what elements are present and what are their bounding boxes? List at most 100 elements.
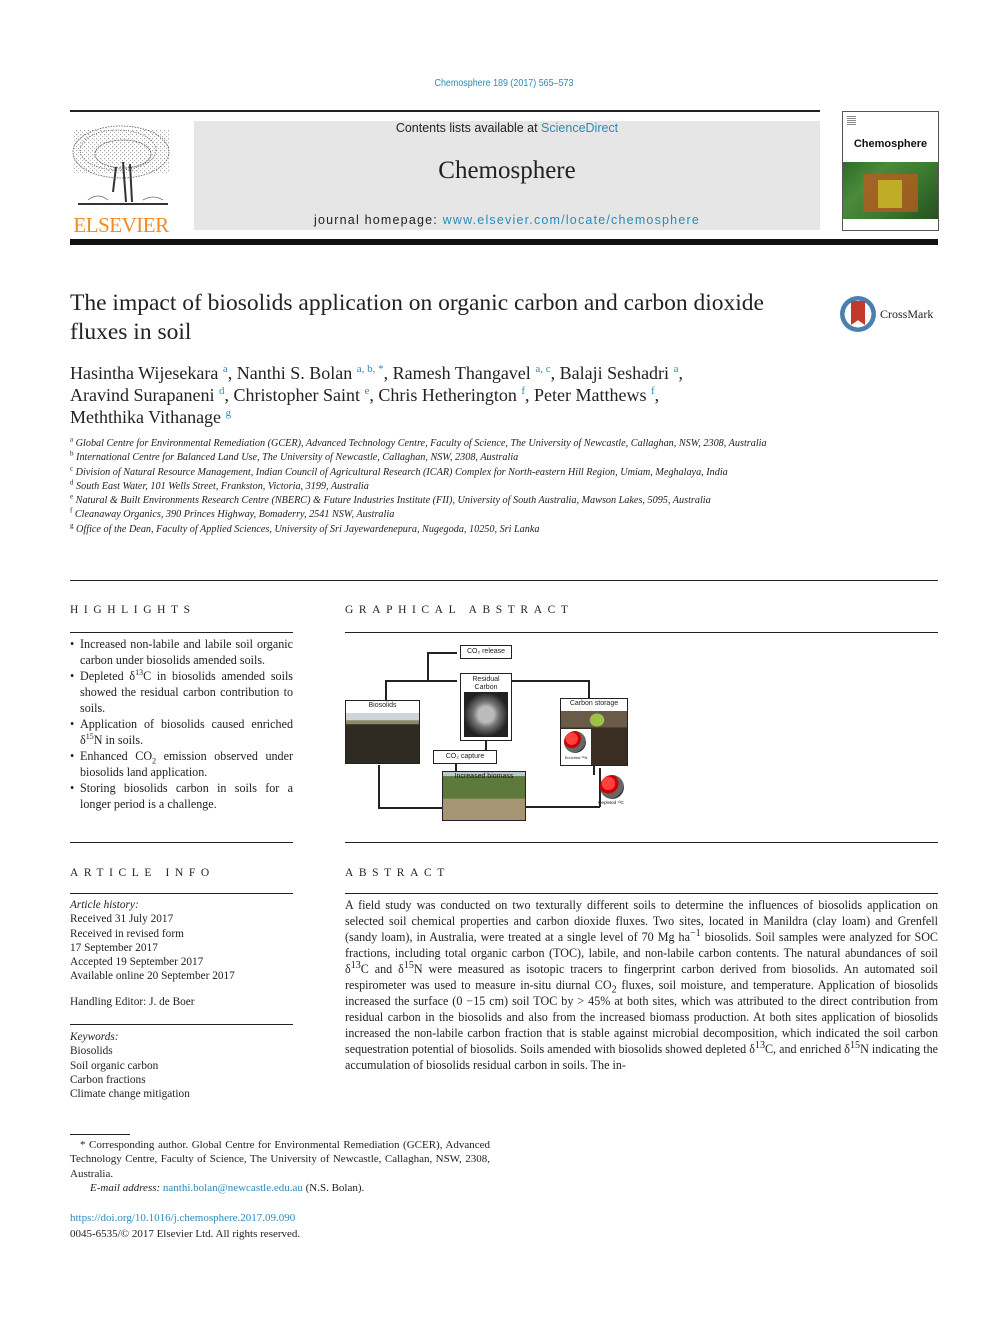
corresponding-author-footnote: * Corresponding author. Global Centre fo… xyxy=(70,1138,490,1195)
author-affiliation-marker[interactable]: g xyxy=(226,407,232,419)
copyright-text: 0045-6535/© 2017 Elsevier Ltd. All right… xyxy=(70,1227,301,1240)
connector-line xyxy=(588,680,590,698)
connector-line xyxy=(385,680,457,682)
author-affiliation-marker[interactable]: a, c xyxy=(535,363,550,375)
abstract-superscript: 13 xyxy=(754,1039,765,1051)
email-label: E-mail address: xyxy=(90,1181,163,1194)
author-name[interactable]: Hasintha Wijesekara xyxy=(70,363,218,383)
affiliation-text: Division of Natural Resource Management,… xyxy=(75,466,728,478)
author-name[interactable]: Christopher Saint xyxy=(233,385,360,405)
journal-homepage-link[interactable]: www.elsevier.com/locate/chemosphere xyxy=(443,213,700,227)
crossmark-button[interactable]: CrossMark xyxy=(840,296,940,336)
sciencedirect-link[interactable]: ScienceDirect xyxy=(541,121,618,135)
highlight-text: Increased non-labile and labile soil org… xyxy=(80,637,293,667)
journal-cover-thumbnail[interactable]: Chemosphere xyxy=(842,111,939,231)
abstract-segment: C and δ xyxy=(360,962,404,976)
author-affiliation-marker[interactable]: a, b, * xyxy=(357,363,384,375)
handling-editor: Handling Editor: J. de Boer xyxy=(70,995,195,1008)
abstract-superscript: 15 xyxy=(849,1039,861,1051)
article-history: Article history: Received 31 July 2017 R… xyxy=(70,898,293,1009)
affiliation-key: c xyxy=(70,464,74,473)
carbon-storage-node: Carbon storage Enriched ¹⁵N xyxy=(560,698,628,766)
header-rule xyxy=(70,110,820,112)
increased-biomass-node: Increased biomass xyxy=(442,771,526,821)
article-info-heading: ARTICLE INFO xyxy=(70,867,215,879)
carbon-storage-label: Carbon storage xyxy=(569,700,619,707)
author-name[interactable]: Nanthi S. Bolan xyxy=(237,363,353,383)
abstract-superscript: 13 xyxy=(350,959,361,971)
abstract-heading: ABSTRACT xyxy=(345,867,450,879)
homepage-prefix: journal homepage: xyxy=(314,213,443,227)
history-item: Accepted 19 September 2017 xyxy=(70,956,204,969)
author-name[interactable]: Meththika Vithanage xyxy=(70,407,221,427)
contents-prefix: Contents lists available at xyxy=(395,121,542,135)
affiliation-text: South East Water, 101 Wells Street, Fran… xyxy=(76,480,369,492)
connector-line xyxy=(378,765,380,808)
highlights-bottom-rule xyxy=(70,842,293,843)
increased-biomass-label: Increased biomass xyxy=(454,773,514,780)
keywords-block: Keywords: Biosolids Soil organic carbon … xyxy=(70,1030,293,1101)
author-name[interactable]: Balaji Seshadri xyxy=(560,363,669,383)
cover-title: Chemosphere xyxy=(853,138,928,150)
author-name[interactable]: Aravind Surapaneni xyxy=(70,385,214,405)
affiliation-item: a Global Centre for Environmental Remedi… xyxy=(70,436,830,451)
biosolids-label: Biosolids xyxy=(368,702,397,709)
author-affiliation-marker[interactable]: f xyxy=(521,385,525,397)
author-affiliation-marker[interactable]: e xyxy=(364,385,369,397)
email-suffix: (N.S. Bolan). xyxy=(302,1181,365,1194)
affiliation-item: d South East Water, 101 Wells Street, Fr… xyxy=(70,479,830,494)
elsevier-wordmark: ELSEVIER xyxy=(73,213,169,237)
highlight-item: Increased non-labile and labile soil org… xyxy=(70,636,293,668)
biosolids-image xyxy=(346,713,419,763)
highlights-rule xyxy=(70,632,293,633)
highlight-text: Storing biosolids carbon in soils for a … xyxy=(80,781,293,811)
highlight-item: Depleted δ13C in biosolids amended soils… xyxy=(70,668,293,716)
highlight-superscript: 15 xyxy=(85,731,94,741)
connector-line xyxy=(593,765,595,775)
article-history-label: Article history: xyxy=(70,899,139,911)
corresponding-author-text: * Corresponding author. Global Centre fo… xyxy=(70,1139,490,1180)
keyword-item[interactable]: Biosolids xyxy=(70,1044,293,1058)
keyword-item[interactable]: Carbon fractions xyxy=(70,1073,293,1087)
affiliation-key: b xyxy=(70,449,74,458)
journal-name: Chemosphere xyxy=(438,157,576,184)
keyword-item[interactable]: Soil organic carbon xyxy=(70,1059,293,1073)
affiliation-list: a Global Centre for Environmental Remedi… xyxy=(70,436,830,537)
author-name[interactable]: Chris Hetherington xyxy=(378,385,516,405)
connector-line xyxy=(505,680,589,682)
co2-release-node: CO₂ release xyxy=(460,645,512,659)
author-name[interactable]: Peter Matthews xyxy=(534,385,646,405)
author-affiliation-marker[interactable]: a xyxy=(674,363,679,375)
affiliation-text: Global Centre for Environmental Remediat… xyxy=(75,438,767,449)
affiliation-key: g xyxy=(70,521,74,530)
connector-line xyxy=(427,652,429,681)
highlights-heading: HIGHLIGHTS xyxy=(70,604,196,616)
journal-citation-link[interactable]: Chemosphere 189 (2017) 565–573 xyxy=(76,77,933,89)
doi-link[interactable]: https://doi.org/10.1016/j.chemosphere.20… xyxy=(70,1211,300,1227)
abstract-text: A field study was conducted on two textu… xyxy=(345,897,938,1073)
graphical-abstract-diagram[interactable]: CO₂ release Residual Carbon Biosolids CO… xyxy=(345,643,630,823)
email-line: E-mail address: nanthi.bolan@newcastle.e… xyxy=(70,1181,490,1195)
author-affiliation-marker[interactable]: d xyxy=(219,385,225,397)
elsevier-logo[interactable]: ELSEVIER xyxy=(68,122,174,237)
author-name[interactable]: Ramesh Thangavel xyxy=(393,363,531,383)
contents-line: Contents lists available at ScienceDirec… xyxy=(194,121,820,135)
header-thick-rule xyxy=(70,239,938,245)
author-affiliation-marker[interactable]: a xyxy=(223,363,228,375)
carbon-storage-image: Enriched ¹⁵N xyxy=(561,711,627,765)
connector-line xyxy=(427,652,457,654)
homepage-line: journal homepage: www.elsevier.com/locat… xyxy=(194,213,820,227)
keyword-item[interactable]: Climate change mitigation xyxy=(70,1087,293,1101)
affiliation-key: e xyxy=(70,492,74,501)
affiliation-key: f xyxy=(70,507,73,516)
residual-carbon-image xyxy=(464,692,508,737)
email-link[interactable]: nanthi.bolan@newcastle.edu.au xyxy=(163,1182,303,1194)
graphical-abstract-heading: GRAPHICAL ABSTRACT xyxy=(345,604,574,616)
highlight-item: Storing biosolids carbon in soils for a … xyxy=(70,780,293,812)
highlights-list: Increased non-labile and labile soil org… xyxy=(70,636,293,812)
history-item: Received in revised form xyxy=(70,927,184,940)
article-title: The impact of biosolids application on o… xyxy=(70,290,764,345)
affiliation-text: Natural & Built Environments Research Ce… xyxy=(75,495,711,507)
author-affiliation-marker[interactable]: f xyxy=(651,385,655,397)
highlight-item: Enhanced CO2 emission observed under bio… xyxy=(70,748,293,780)
